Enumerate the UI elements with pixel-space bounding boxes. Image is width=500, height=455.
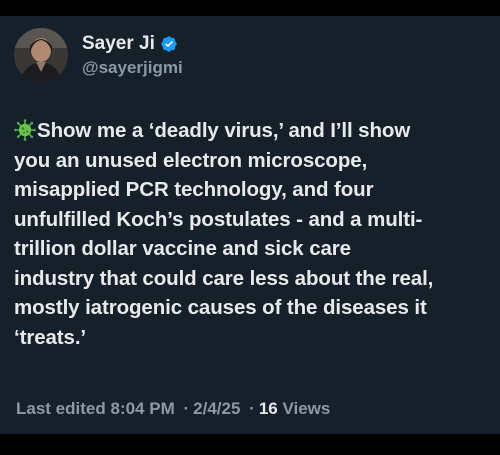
tweet-line: industry that could care less about the … bbox=[14, 266, 434, 290]
views-count[interactable]: 16 bbox=[259, 399, 278, 418]
tweet-text: Show me a ‘deadly virus,’ and I’ll show … bbox=[14, 116, 492, 352]
edited-label[interactable]: Last edited bbox=[16, 399, 106, 418]
avatar[interactable] bbox=[14, 28, 68, 82]
tweet-line: trillion dollar vaccine and sick care bbox=[14, 237, 351, 260]
tweet-line: mostly iatrogenic causes of the diseases… bbox=[14, 296, 427, 319]
tweet-line: misapplied PCR technology, and four bbox=[14, 178, 374, 201]
author-handle[interactable]: @sayerjigmi bbox=[82, 57, 183, 79]
tweet-line: you an unused electron microscope, bbox=[14, 148, 368, 172]
views-label: Views bbox=[282, 399, 331, 418]
tweet-line: ‘treats.’ bbox=[14, 325, 87, 349]
verified-badge-icon bbox=[160, 35, 178, 53]
tweet-date[interactable]: 2/4/25 bbox=[193, 399, 240, 418]
tweet-time[interactable]: 8:04 PM bbox=[110, 399, 174, 418]
meta-separator: · bbox=[249, 399, 255, 418]
meta-separator: · bbox=[183, 399, 190, 418]
author-display-name[interactable]: Sayer Ji bbox=[82, 32, 155, 56]
tweet-card: Sayer Ji @sayerjigmi Show me a ‘deadly v… bbox=[0, 16, 500, 434]
name-row: Sayer Ji bbox=[82, 32, 183, 56]
tweet-header: Sayer Ji @sayerjigmi bbox=[14, 26, 183, 84]
author-names: Sayer Ji @sayerjigmi bbox=[82, 32, 183, 79]
tweet-line: Show me a ‘deadly virus,’ and I’ll show bbox=[14, 116, 492, 146]
virus-icon bbox=[14, 119, 36, 141]
tweet-line-text: Show me a ‘deadly virus,’ and I’ll show bbox=[37, 119, 411, 142]
tweet-line: unfulfilled Koch’s postulates - and a mu… bbox=[14, 207, 423, 231]
tweet-meta: Last edited 8:04 PM · 2/4/25 · 16 Views bbox=[16, 398, 330, 420]
screenshot-frame: Sayer Ji @sayerjigmi Show me a ‘deadly v… bbox=[0, 0, 500, 455]
